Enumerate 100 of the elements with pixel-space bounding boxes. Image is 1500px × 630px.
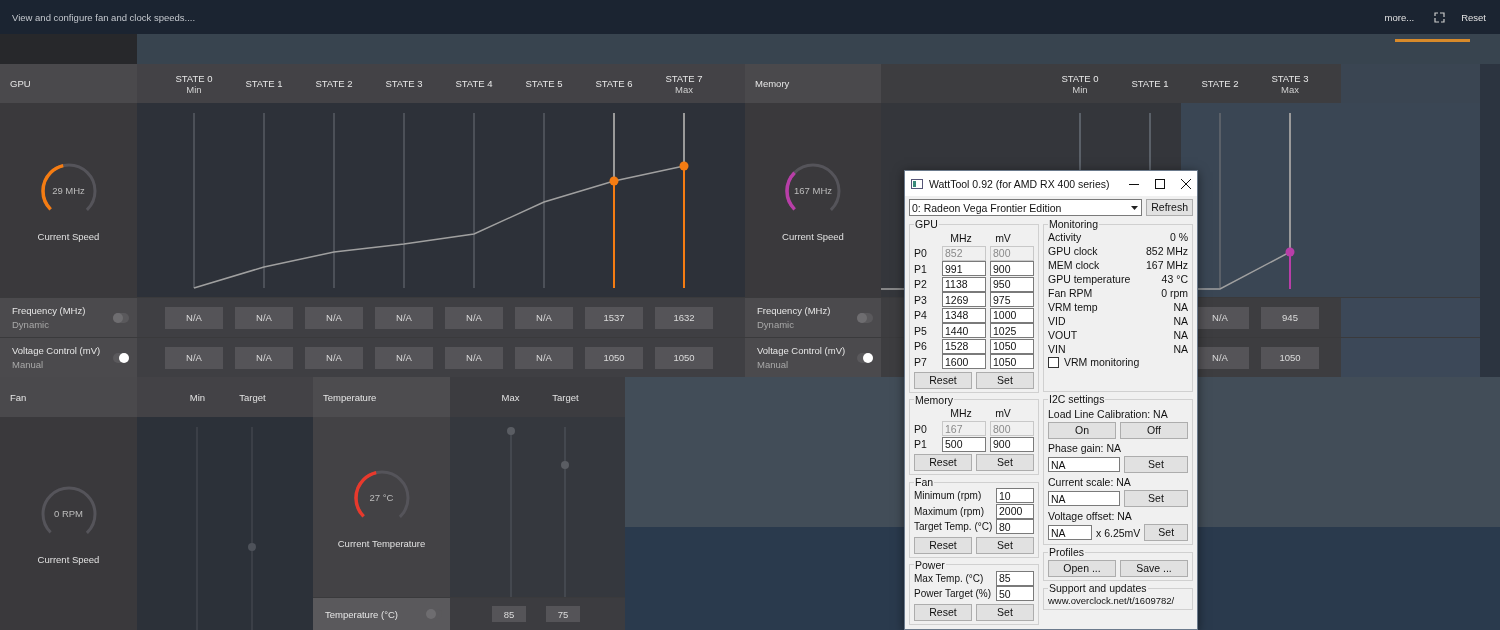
value-field[interactable]: 1632 <box>655 306 713 329</box>
value-field[interactable]: 1050 <box>655 346 713 369</box>
value-field[interactable]: N/A <box>305 306 363 329</box>
mv-field[interactable]: 1050 <box>990 338 1034 354</box>
section-title: Fan <box>10 391 27 403</box>
pstate-label: P0 <box>914 422 928 435</box>
metric-label: VOUT <box>1048 329 1078 341</box>
toggle-switch[interactable] <box>857 312 873 323</box>
mv-field[interactable]: 975 <box>990 292 1034 308</box>
mhz-field[interactable]: 1600 <box>942 354 986 370</box>
pstate-label: P1 <box>914 262 928 275</box>
mhz-field[interactable]: 1528 <box>942 338 986 354</box>
set-button[interactable]: Set <box>1124 490 1188 507</box>
refresh-button[interactable]: Refresh <box>1146 199 1193 216</box>
toggle-switch[interactable] <box>113 312 129 323</box>
pstate-label: P5 <box>914 324 928 337</box>
value-field[interactable]: N/A <box>235 306 293 329</box>
value-field[interactable]: 1050 <box>585 346 643 369</box>
state-handle[interactable] <box>609 176 619 186</box>
unit-label: x 6.25mV <box>1096 526 1141 539</box>
reset-button[interactable]: Reset <box>914 536 972 554</box>
gauge-value: 0 RPM <box>52 508 84 519</box>
toggle-switch[interactable] <box>857 352 873 363</box>
value-field[interactable]: N/A <box>515 346 573 369</box>
value-field[interactable]: N/A <box>235 346 293 369</box>
mv-field[interactable]: 1050 <box>990 354 1034 370</box>
device-dropdown[interactable]: 0: Radeon Vega Frontier Edition <box>909 199 1143 216</box>
value-field[interactable]: N/A <box>445 346 503 369</box>
reset-link[interactable]: Reset <box>1461 11 1486 23</box>
value-field[interactable]: N/A <box>375 306 433 329</box>
support-link[interactable]: www.overclock.net/t/1609782/ <box>1048 595 1175 606</box>
value-field[interactable]: N/A <box>375 346 433 369</box>
reset-button[interactable]: Reset <box>914 603 972 621</box>
value-field[interactable]: N/A <box>165 306 223 329</box>
on-button[interactable]: On <box>1048 422 1116 439</box>
input-field[interactable]: 2000 <box>996 503 1034 519</box>
gauge-value: 29 MHz <box>51 184 86 196</box>
input-field[interactable]: NA <box>1048 525 1092 540</box>
value-field[interactable]: 85 <box>492 606 526 622</box>
section-title: GPU <box>10 78 31 89</box>
pstate-label: P4 <box>914 309 928 322</box>
reset-icon <box>1434 11 1446 23</box>
save-button[interactable]: Save ... <box>1120 560 1188 577</box>
mv-field[interactable]: 1000 <box>990 307 1034 323</box>
set-button[interactable]: Set <box>1124 456 1188 473</box>
value-field[interactable]: N/A <box>165 346 223 369</box>
window-title: WattTool 0.92 (for AMD RX 400 series) <box>929 177 1111 190</box>
group-title: Support and updates <box>1048 582 1148 594</box>
input-field[interactable]: 85 <box>996 570 1034 586</box>
mhz-field[interactable]: 1269 <box>942 292 986 308</box>
input-field[interactable]: 80 <box>996 519 1034 535</box>
toggle-switch[interactable] <box>113 352 129 363</box>
mv-field[interactable]: 900 <box>990 436 1034 452</box>
reset-button[interactable]: Reset <box>914 454 972 471</box>
gauge-label: Current Temperature <box>337 537 426 549</box>
mhz-field[interactable]: 1440 <box>942 323 986 339</box>
set-button[interactable]: Set <box>976 536 1034 554</box>
state-handle[interactable] <box>1285 247 1295 257</box>
value-field[interactable]: N/A <box>445 306 503 329</box>
row-label: Temperature (°C) <box>325 608 398 620</box>
checkbox[interactable] <box>1048 356 1059 368</box>
mhz-field[interactable]: 1348 <box>942 307 986 323</box>
metric-value: NA <box>1173 329 1188 341</box>
set-button[interactable]: Set <box>976 603 1034 621</box>
set-button[interactable]: Set <box>1144 524 1188 541</box>
mv-field[interactable]: 950 <box>990 276 1034 292</box>
metric-value: 852 MHz <box>1146 245 1188 257</box>
metric-value: 0 % <box>1169 231 1188 243</box>
mhz-field[interactable]: 991 <box>942 261 986 277</box>
setting-label: Load Line Calibration: NA <box>1048 408 1169 420</box>
column-label: MHz <box>949 231 973 244</box>
more-link[interactable]: more... <box>1384 11 1415 23</box>
set-button[interactable]: Set <box>976 371 1034 389</box>
section-title: Temperature <box>323 391 377 403</box>
input-field[interactable]: NA <box>1048 457 1120 472</box>
input-field[interactable]: 10 <box>996 488 1034 504</box>
value-field[interactable]: 75 <box>546 606 580 622</box>
reset-button[interactable]: Reset <box>914 371 972 389</box>
set-button[interactable]: Set <box>976 454 1034 471</box>
metric-value: 43 °C <box>1161 273 1188 285</box>
mv-field[interactable]: 900 <box>990 261 1034 277</box>
state-handle[interactable] <box>679 161 689 171</box>
off-button[interactable]: Off <box>1120 422 1188 439</box>
metric-label: VIN <box>1048 343 1066 355</box>
state-line[interactable] <box>1219 113 1221 288</box>
mhz-field[interactable]: 1138 <box>942 276 986 292</box>
value-field[interactable]: N/A <box>305 346 363 369</box>
value-field[interactable]: 1537 <box>585 306 643 329</box>
open-button[interactable]: Open ... <box>1048 560 1116 577</box>
value-field[interactable]: 945 <box>1261 306 1319 329</box>
value-field[interactable]: N/A <box>515 306 573 329</box>
maximize-icon[interactable] <box>1155 178 1165 189</box>
state-line[interactable] <box>1289 113 1291 290</box>
input-field[interactable]: 50 <box>996 586 1034 602</box>
close-icon[interactable] <box>1181 178 1191 189</box>
input-field[interactable]: NA <box>1048 491 1120 506</box>
value-field[interactable]: 1050 <box>1261 346 1319 369</box>
mv-field[interactable]: 1025 <box>990 323 1034 339</box>
group-title: Memory <box>914 393 954 406</box>
mhz-field[interactable]: 500 <box>942 436 986 452</box>
